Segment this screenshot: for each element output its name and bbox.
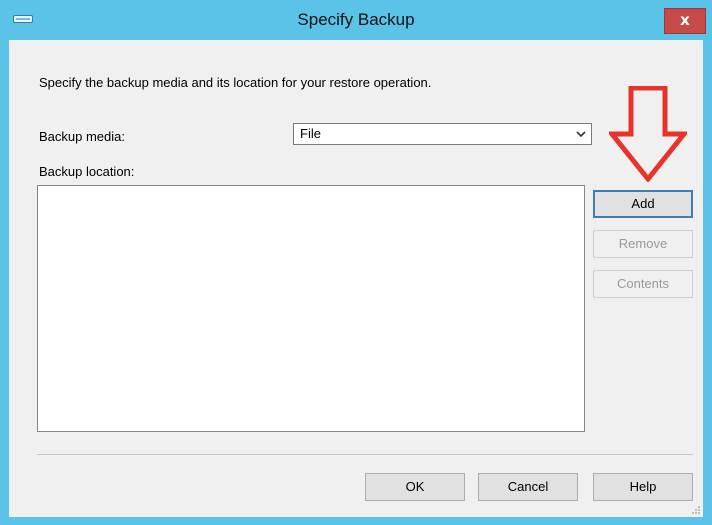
specify-backup-window: Specify Backup x Specify the backup medi… (0, 0, 712, 525)
contents-button[interactable]: Contents (593, 270, 693, 298)
add-button[interactable]: Add (593, 190, 693, 218)
ok-button[interactable]: OK (365, 473, 465, 501)
window-title: Specify Backup (297, 10, 415, 29)
instruction-text: Specify the backup media and its locatio… (39, 75, 432, 90)
backup-media-value: File (300, 126, 321, 141)
close-button[interactable]: x (664, 8, 706, 34)
backup-location-list[interactable] (37, 185, 585, 432)
down-arrow-icon (609, 86, 687, 182)
remove-button[interactable]: Remove (593, 230, 693, 258)
backup-location-label: Backup location: (39, 164, 135, 179)
backup-media-dropdown[interactable]: File (293, 123, 592, 145)
title-bar[interactable]: Specify Backup x (0, 0, 712, 38)
backup-media-label: Backup media: (39, 129, 125, 144)
separator (37, 454, 693, 455)
dialog-client-area: Specify the backup media and its locatio… (9, 40, 703, 517)
cancel-button[interactable]: Cancel (478, 473, 578, 501)
chevron-down-icon (576, 131, 586, 138)
resize-grip-icon[interactable] (691, 505, 701, 515)
help-button[interactable]: Help (593, 473, 693, 501)
